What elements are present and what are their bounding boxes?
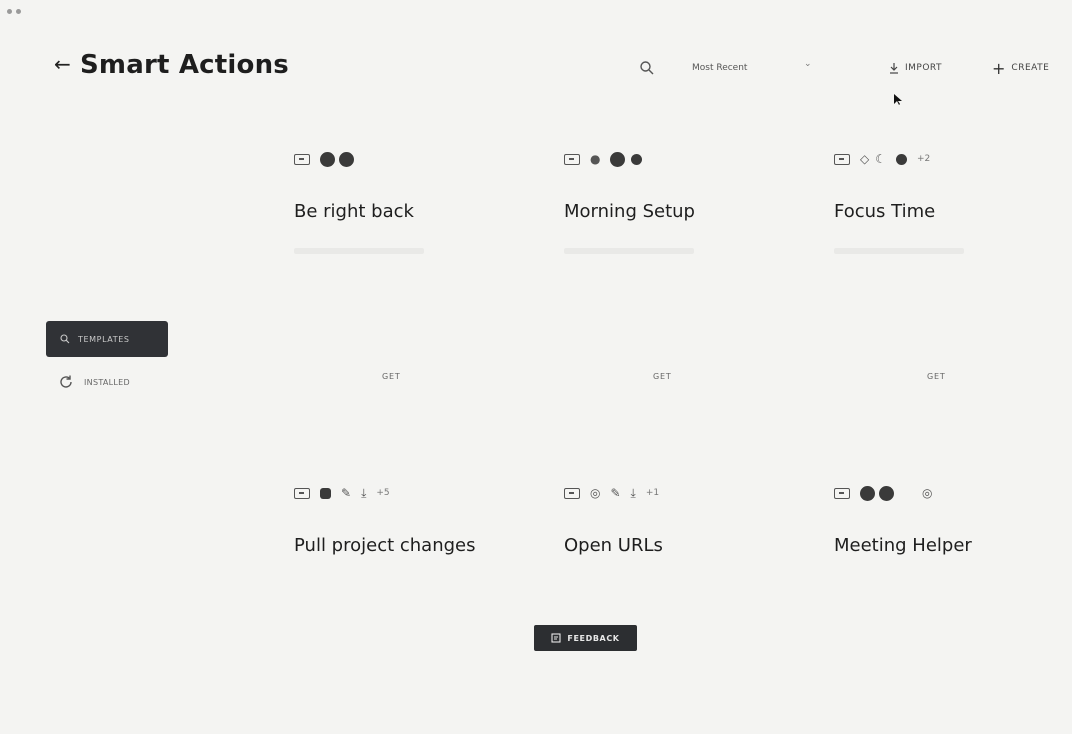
pencil-icon: ✎ xyxy=(341,486,352,500)
card-description xyxy=(564,248,694,254)
app-icon xyxy=(610,151,626,167)
download-icon xyxy=(890,63,898,74)
feedback-icon xyxy=(551,633,561,643)
chevron-down-icon: ⌄ xyxy=(804,59,812,69)
get-button[interactable]: GET xyxy=(382,372,401,381)
card-title: Meeting Helper xyxy=(834,535,972,556)
card-title: Be right back xyxy=(294,201,414,222)
screen-icon xyxy=(564,487,580,499)
sort-value: Most Recent xyxy=(692,63,748,73)
card-description xyxy=(834,248,964,254)
app-icon xyxy=(339,151,354,167)
pencil-icon: ✎ xyxy=(610,486,621,500)
screen-icon xyxy=(564,153,580,165)
card-title: Focus Time xyxy=(834,201,936,222)
refresh-icon xyxy=(60,375,72,388)
card-app-icons: ✎ ⤓ +5 xyxy=(294,484,390,502)
header: ← Smart Actions Most Recent ⌄ IMPORT + C… xyxy=(0,0,1072,105)
feedback-label: FEEDBACK xyxy=(567,633,620,643)
screen-icon xyxy=(294,487,310,499)
action-card-morning-setup[interactable]: ● Morning Setup GET xyxy=(564,150,784,400)
sidebar-item-label: TEMPLATES xyxy=(78,334,130,344)
get-button[interactable]: GET xyxy=(927,372,946,381)
globe-icon: ◎ xyxy=(922,486,933,500)
feedback-button[interactable]: FEEDBACK xyxy=(534,625,637,651)
card-title: Morning Setup xyxy=(564,201,695,222)
import-button[interactable]: IMPORT xyxy=(889,58,942,78)
download-icon: ⤓ xyxy=(361,486,367,500)
action-card-pull-project-changes[interactable]: ✎ ⤓ +5 Pull project changes xyxy=(294,484,514,734)
more-apps-count: +1 xyxy=(645,488,660,498)
card-app-icons: ◎ ✎ ⤓ +1 xyxy=(564,484,659,502)
camera-icon xyxy=(631,153,643,165)
search-icon[interactable] xyxy=(639,60,655,76)
card-app-icons: ● xyxy=(564,150,643,168)
create-button[interactable]: + CREATE xyxy=(992,58,1049,78)
more-apps-count: +5 xyxy=(376,488,390,498)
app-icon xyxy=(320,487,331,499)
sidebar-item-templates[interactable]: TEMPLATES xyxy=(46,321,168,357)
back-arrow-icon[interactable]: ← xyxy=(54,52,71,76)
page-title: Smart Actions xyxy=(80,50,289,80)
mouse-cursor-icon xyxy=(894,94,902,105)
app-icon xyxy=(320,151,335,167)
card-app-icons: ◎ xyxy=(834,484,932,502)
sort-dropdown[interactable]: Most Recent ⌄ xyxy=(692,58,822,78)
sidebar-item-installed[interactable]: INSTALLED xyxy=(58,374,130,390)
app-icon xyxy=(879,485,894,501)
create-label: CREATE xyxy=(1011,63,1050,73)
globe-icon: ◎ xyxy=(590,486,601,500)
download-icon: ⤓ xyxy=(630,486,636,500)
card-description xyxy=(294,248,424,254)
app-icon xyxy=(896,153,907,165)
card-title: Pull project changes xyxy=(294,535,476,556)
more-apps-count: +2 xyxy=(917,154,931,164)
screen-icon xyxy=(834,487,850,499)
sidebar-item-label: INSTALLED xyxy=(84,377,130,387)
card-app-icons: ◇ ☾ +2 xyxy=(834,150,930,168)
screen-icon xyxy=(294,153,310,165)
shield-icon: ◇ xyxy=(860,152,870,166)
action-card-be-right-back[interactable]: Be right back GET xyxy=(294,150,514,400)
import-label: IMPORT xyxy=(905,63,943,73)
action-card-open-urls[interactable]: ◎ ✎ ⤓ +1 Open URLs xyxy=(564,484,784,734)
action-card-focus-time[interactable]: ◇ ☾ +2 Focus Time GET xyxy=(834,150,1054,400)
microphone-icon: ● xyxy=(590,152,601,166)
app-icon xyxy=(860,485,875,501)
card-title: Open URLs xyxy=(564,535,663,556)
action-card-meeting-helper[interactable]: ◎ Meeting Helper xyxy=(834,484,1054,734)
plus-icon: + xyxy=(992,58,1006,78)
card-app-icons xyxy=(294,150,354,168)
search-icon xyxy=(60,334,70,344)
screen-icon xyxy=(834,153,850,165)
get-button[interactable]: GET xyxy=(653,372,672,381)
moon-icon: ☾ xyxy=(875,152,886,166)
